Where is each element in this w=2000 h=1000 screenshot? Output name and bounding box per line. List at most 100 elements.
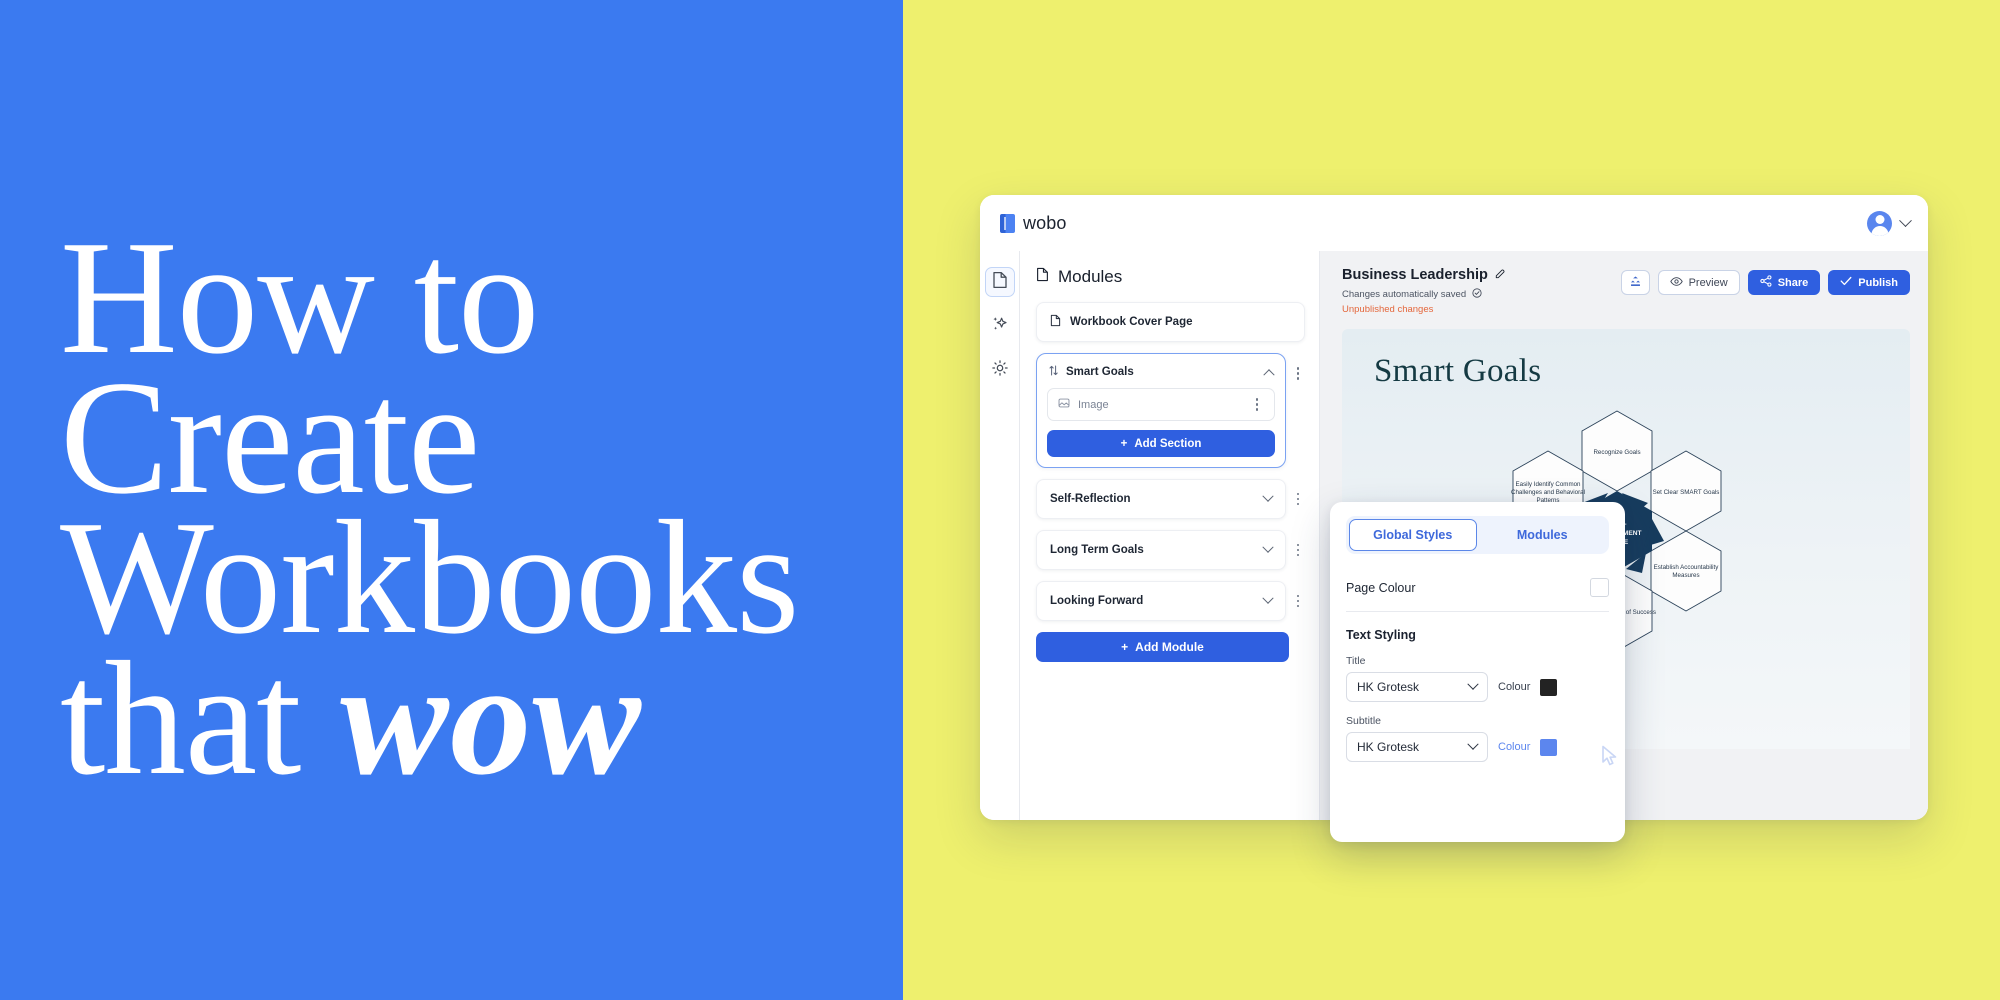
hero-line-1: How to (60, 208, 539, 388)
doc-saved-text: Changes automatically saved (1342, 289, 1467, 300)
document-icon (1050, 314, 1061, 330)
doc-meta: Business Leadership Changes automaticall… (1342, 267, 1506, 315)
book-icon (1000, 213, 1015, 233)
doc-title: Business Leadership (1342, 267, 1506, 283)
chevron-down-icon[interactable] (1899, 213, 1912, 227)
chevron-down-icon[interactable] (1262, 541, 1274, 553)
hero-line-4-prefix: that (60, 628, 341, 809)
add-section-label: Add Section (1134, 437, 1202, 450)
page-colour-label: Page Colour (1346, 580, 1416, 595)
module-label: Long Term Goals (1050, 544, 1144, 556)
module-smart-goals-label: Smart Goals (1066, 366, 1134, 378)
rail-item-settings[interactable] (985, 355, 1015, 385)
sort-arrows-icon (1049, 365, 1058, 379)
rail-item-pages[interactable] (984, 267, 1015, 297)
add-module-label: Add Module (1135, 640, 1204, 654)
check-circle-icon (1472, 288, 1482, 301)
rail-item-ai[interactable] (985, 311, 1015, 341)
module-long-term-goals[interactable]: Long Term Goals (1036, 530, 1286, 570)
gear-icon (991, 359, 1009, 382)
plus-icon: + (1120, 437, 1128, 450)
title-field-label: Title (1346, 655, 1366, 667)
title-font-select[interactable]: HK Grotesk (1346, 672, 1488, 702)
chevron-down-icon (1467, 738, 1479, 750)
chevron-down-icon (1467, 678, 1479, 690)
brand-name: wobo (1023, 212, 1067, 233)
subtitle-colour-label: Colour (1498, 741, 1531, 753)
module-smart-goals[interactable]: Smart Goals Image + Add Section (1036, 353, 1286, 468)
preview-button[interactable]: Preview (1657, 270, 1740, 295)
image-icon (1058, 397, 1070, 412)
edit-pencil-icon[interactable] (1495, 267, 1506, 283)
page-colour-row: Page Colour (1346, 578, 1609, 597)
module-row: Long Term Goals (1036, 530, 1305, 570)
more-options-icon[interactable] (1291, 594, 1305, 608)
section-image[interactable]: Image (1047, 388, 1275, 421)
brand[interactable]: wobo (1000, 213, 1066, 234)
eye-icon (1669, 276, 1683, 290)
publish-label: Publish (1858, 276, 1898, 289)
mouse-cursor-icon (1600, 745, 1620, 769)
topbar-right (1867, 210, 1912, 236)
modules-title-text: Modules (1058, 267, 1123, 286)
publish-button[interactable]: Publish (1828, 270, 1910, 295)
tab-global-styles[interactable]: Global Styles (1349, 519, 1477, 551)
add-section-button[interactable]: + Add Section (1047, 430, 1275, 457)
document-icon (1036, 267, 1049, 287)
template-icon (1629, 275, 1642, 291)
doc-unpublished-status: Unpublished changes (1342, 304, 1434, 315)
plus-icon: + (1121, 640, 1129, 654)
module-cover-page[interactable]: Workbook Cover Page (1036, 302, 1305, 342)
tab-modules[interactable]: Modules (1479, 519, 1607, 551)
module-row: Looking Forward (1036, 581, 1305, 621)
canvas-actions: Preview Share Publish (1620, 267, 1910, 295)
sparkle-icon (991, 315, 1009, 338)
template-button[interactable] (1620, 270, 1650, 295)
chevron-down-icon[interactable] (1262, 490, 1274, 502)
more-options-icon[interactable] (1291, 492, 1305, 506)
more-options-icon[interactable] (1291, 367, 1305, 380)
preview-label: Preview (1688, 276, 1728, 289)
canvas-header: Business Leadership Changes automaticall… (1342, 267, 1910, 315)
module-cover-page-label: Workbook Cover Page (1070, 316, 1193, 328)
modules-pane-title: Modules (1036, 267, 1305, 287)
check-icon (1840, 276, 1852, 289)
module-self-reflection[interactable]: Self-Reflection (1036, 479, 1286, 519)
module-looking-forward[interactable]: Looking Forward (1036, 581, 1286, 621)
subtitle-colour-swatch[interactable] (1540, 738, 1558, 756)
share-button[interactable]: Share (1747, 270, 1821, 295)
title-colour-label: Colour (1498, 681, 1531, 693)
screenshot-stage: How to Create Workbooks that wow wobo Mo… (0, 0, 2000, 1000)
hero-panel: How to Create Workbooks that wow (0, 0, 903, 1000)
module-row: Self-Reflection (1036, 479, 1305, 519)
styles-popup: Global Styles Modules Page Colour Text S… (1330, 502, 1625, 842)
hero-line-2: Create (60, 348, 480, 529)
title-field-row: HK Grotesk Colour (1346, 672, 1609, 702)
avatar[interactable] (1867, 210, 1892, 236)
more-options-icon[interactable] (1250, 398, 1264, 411)
title-font-value: HK Grotesk (1357, 680, 1420, 694)
share-icon (1760, 275, 1772, 290)
page-colour-swatch[interactable] (1590, 578, 1609, 597)
left-rail (980, 251, 1020, 820)
section-image-label: Image (1078, 398, 1109, 411)
modules-pane: Modules Workbook Cover Page Smart Goals … (1020, 251, 1320, 820)
module-label: Looking Forward (1050, 595, 1144, 607)
subtitle-font-value: HK Grotesk (1357, 740, 1420, 754)
more-options-icon[interactable] (1291, 543, 1305, 557)
subtitle-font-select[interactable]: HK Grotesk (1346, 732, 1488, 762)
hero-line-3: Workbooks (60, 488, 800, 669)
app-topbar: wobo (980, 195, 1928, 251)
hex-label-smart-goals: Set Clear SMART Goals (1653, 489, 1720, 496)
hero-headline: How to Create Workbooks that wow (60, 208, 890, 800)
chevron-down-icon[interactable] (1262, 592, 1274, 604)
doc-title-text: Business Leadership (1342, 267, 1488, 283)
add-module-button[interactable]: + Add Module (1036, 632, 1289, 662)
share-label: Share (1777, 276, 1809, 289)
doc-saved-status: Changes automatically saved (1342, 288, 1506, 301)
module-smart-goals-header[interactable]: Smart Goals (1047, 363, 1275, 388)
title-colour-swatch[interactable] (1540, 678, 1558, 696)
chevron-up-icon[interactable] (1263, 369, 1275, 381)
module-label: Self-Reflection (1050, 493, 1131, 505)
styles-tabs: Global Styles Modules (1346, 516, 1609, 554)
